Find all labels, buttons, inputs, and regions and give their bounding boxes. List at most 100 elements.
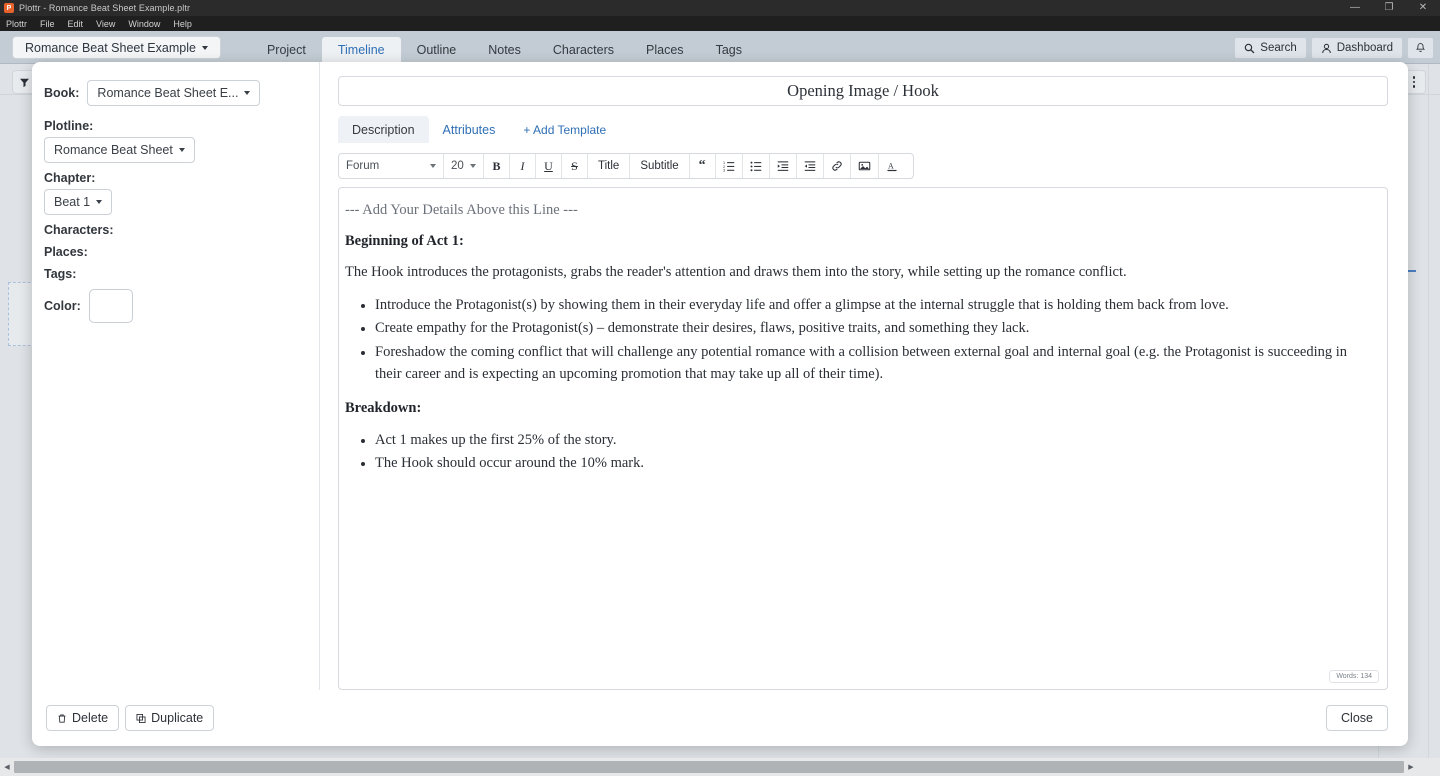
duplicate-button-label: Duplicate [151,711,204,725]
color-field-row: Color: [44,289,305,323]
editor-toolbar: Forum 20 B I U S Title Subtitle “ 1 2 3 … [338,153,914,179]
description-editor[interactable]: --- Add Your Details Above this Line ---… [338,187,1388,690]
indent-button[interactable] [770,154,797,178]
book-selector-button[interactable]: Romance Beat Sheet Example [12,36,221,59]
scroll-right-arrow[interactable]: ▶ [1404,763,1418,771]
tab-tags-label: Tags [715,43,742,57]
list-item: Act 1 makes up the first 25% of the stor… [345,430,1369,452]
card-title-input[interactable]: Opening Image / Hook [338,76,1388,106]
menu-item-window[interactable]: Window [128,19,160,29]
editor-bullet-list-2: Act 1 makes up the first 25% of the stor… [345,430,1369,476]
bullet-list-button[interactable] [743,154,770,178]
blockquote-button[interactable]: “ [690,154,716,178]
tab-timeline[interactable]: Timeline [321,37,401,63]
tab-attributes-label: Attributes [442,122,496,137]
close-window-button[interactable]: ✕ [1406,0,1440,16]
delete-button-label: Delete [72,711,109,725]
add-template-label: + Add Template [523,122,607,137]
tab-tags[interactable]: Tags [700,37,758,63]
underline-button[interactable]: U [536,154,562,178]
italic-button[interactable]: I [510,154,536,178]
chapter-field-row: Chapter: Beat 1 [44,171,305,215]
characters-field-row[interactable]: Characters: [44,223,305,237]
duplicate-icon [136,713,146,723]
editor-heading-2: Breakdown: [345,399,422,416]
tab-project[interactable]: Project [251,37,322,63]
font-family-value: Forum [346,160,380,172]
characters-label: Characters: [44,223,114,237]
plotline-field-row: Plotline: Romance Beat Sheet [44,119,305,163]
insert-image-button[interactable] [851,154,879,178]
scroll-left-arrow[interactable]: ◀ [0,763,14,771]
minimize-button[interactable]: — [1338,0,1372,16]
tags-label: Tags: [44,267,77,281]
color-swatch[interactable] [88,289,133,323]
main-nav-tabs: Project Timeline Outline Notes Character… [251,31,758,63]
main-navbar: Romance Beat Sheet Example Project Timel… [0,31,1440,64]
dashboard-button[interactable]: Dashboard [1310,37,1403,59]
window-controls: — ❐ ✕ [1338,0,1440,16]
tab-outline[interactable]: Outline [401,37,473,63]
list-item: Introduce the Protagonist(s) by showing … [345,295,1369,317]
tab-timeline-label: Timeline [337,43,385,57]
window-title: Plottr - Romance Beat Sheet Example.pltr [19,3,191,13]
card-metadata-pane: Book: Romance Beat Sheet E... Plotline: … [32,62,320,690]
tab-characters[interactable]: Characters [537,37,630,63]
duplicate-button[interactable]: Duplicate [125,705,215,731]
list-item: Foreshadow the coming conflict that will… [345,342,1369,386]
editor-bullet-list-1: Introduce the Protagonist(s) by showing … [345,295,1369,386]
horizontal-scrollbar[interactable]: ◀ ▶ [0,758,1440,776]
close-dialog-button[interactable]: Close [1326,705,1388,731]
chevron-down-icon [178,148,185,152]
chapter-select[interactable]: Beat 1 [44,189,113,215]
tab-attributes[interactable]: Attributes [429,116,510,143]
delete-button[interactable]: Delete [46,705,120,731]
menu-item-plottr[interactable]: Plottr [6,19,27,29]
tab-outline-label: Outline [416,43,457,57]
plotline-select[interactable]: Romance Beat Sheet [44,137,195,163]
tab-description-label: Description [352,122,415,137]
maximize-button[interactable]: ❐ [1372,0,1406,16]
notifications-button[interactable] [1407,37,1434,59]
text-color-icon: A [887,161,897,172]
book-select[interactable]: Romance Beat Sheet E... [87,80,261,106]
beat-edit-dialog: Book: Romance Beat Sheet E... Plotline: … [32,62,1408,746]
filter-icon [19,78,29,87]
menubar: Plottr File Edit View Window Help [0,16,1440,31]
menu-item-edit[interactable]: Edit [68,19,84,29]
strikethrough-button[interactable]: S [562,154,588,178]
chevron-down-icon [201,45,208,50]
link-button[interactable] [824,154,851,178]
scrollbar-thumb[interactable] [14,761,1404,773]
trash-icon [58,714,66,723]
outdent-icon [804,161,815,171]
places-field-row[interactable]: Places: [44,245,305,259]
font-family-select[interactable]: Forum [339,154,444,178]
font-size-select[interactable]: 20 [444,154,484,178]
dialog-footer: Delete Duplicate Close [32,690,1408,746]
kebab-dot [1412,85,1416,88]
card-content-pane: Opening Image / Hook Description Attribu… [320,62,1408,690]
subtitle-style-button[interactable]: Subtitle [630,154,690,178]
title-style-button[interactable]: Title [588,154,631,178]
ordered-list-icon: 1 2 3 [723,161,734,172]
card-tabs: Description Attributes + Add Template [338,116,1388,143]
text-color-button[interactable]: A [879,154,905,178]
search-button[interactable]: Search [1234,37,1307,59]
outdent-button[interactable] [797,154,824,178]
tab-notes[interactable]: Notes [472,37,537,63]
ordered-list-button[interactable]: 1 2 3 [716,154,743,178]
menu-item-help[interactable]: Help [173,19,192,29]
bold-button[interactable]: B [484,154,510,178]
search-icon [1245,43,1255,53]
tab-places[interactable]: Places [630,37,700,63]
tab-description[interactable]: Description [338,116,429,143]
link-icon [832,161,842,171]
tags-field-row[interactable]: Tags: [44,267,305,281]
menu-item-file[interactable]: File [40,19,55,29]
font-size-value: 20 [451,160,464,172]
add-template-button[interactable]: + Add Template [509,116,620,143]
navbar-actions: Search Dashboard [1234,37,1434,59]
menu-item-view[interactable]: View [96,19,115,29]
window-titlebar: P Plottr - Romance Beat Sheet Example.pl… [0,0,1440,16]
